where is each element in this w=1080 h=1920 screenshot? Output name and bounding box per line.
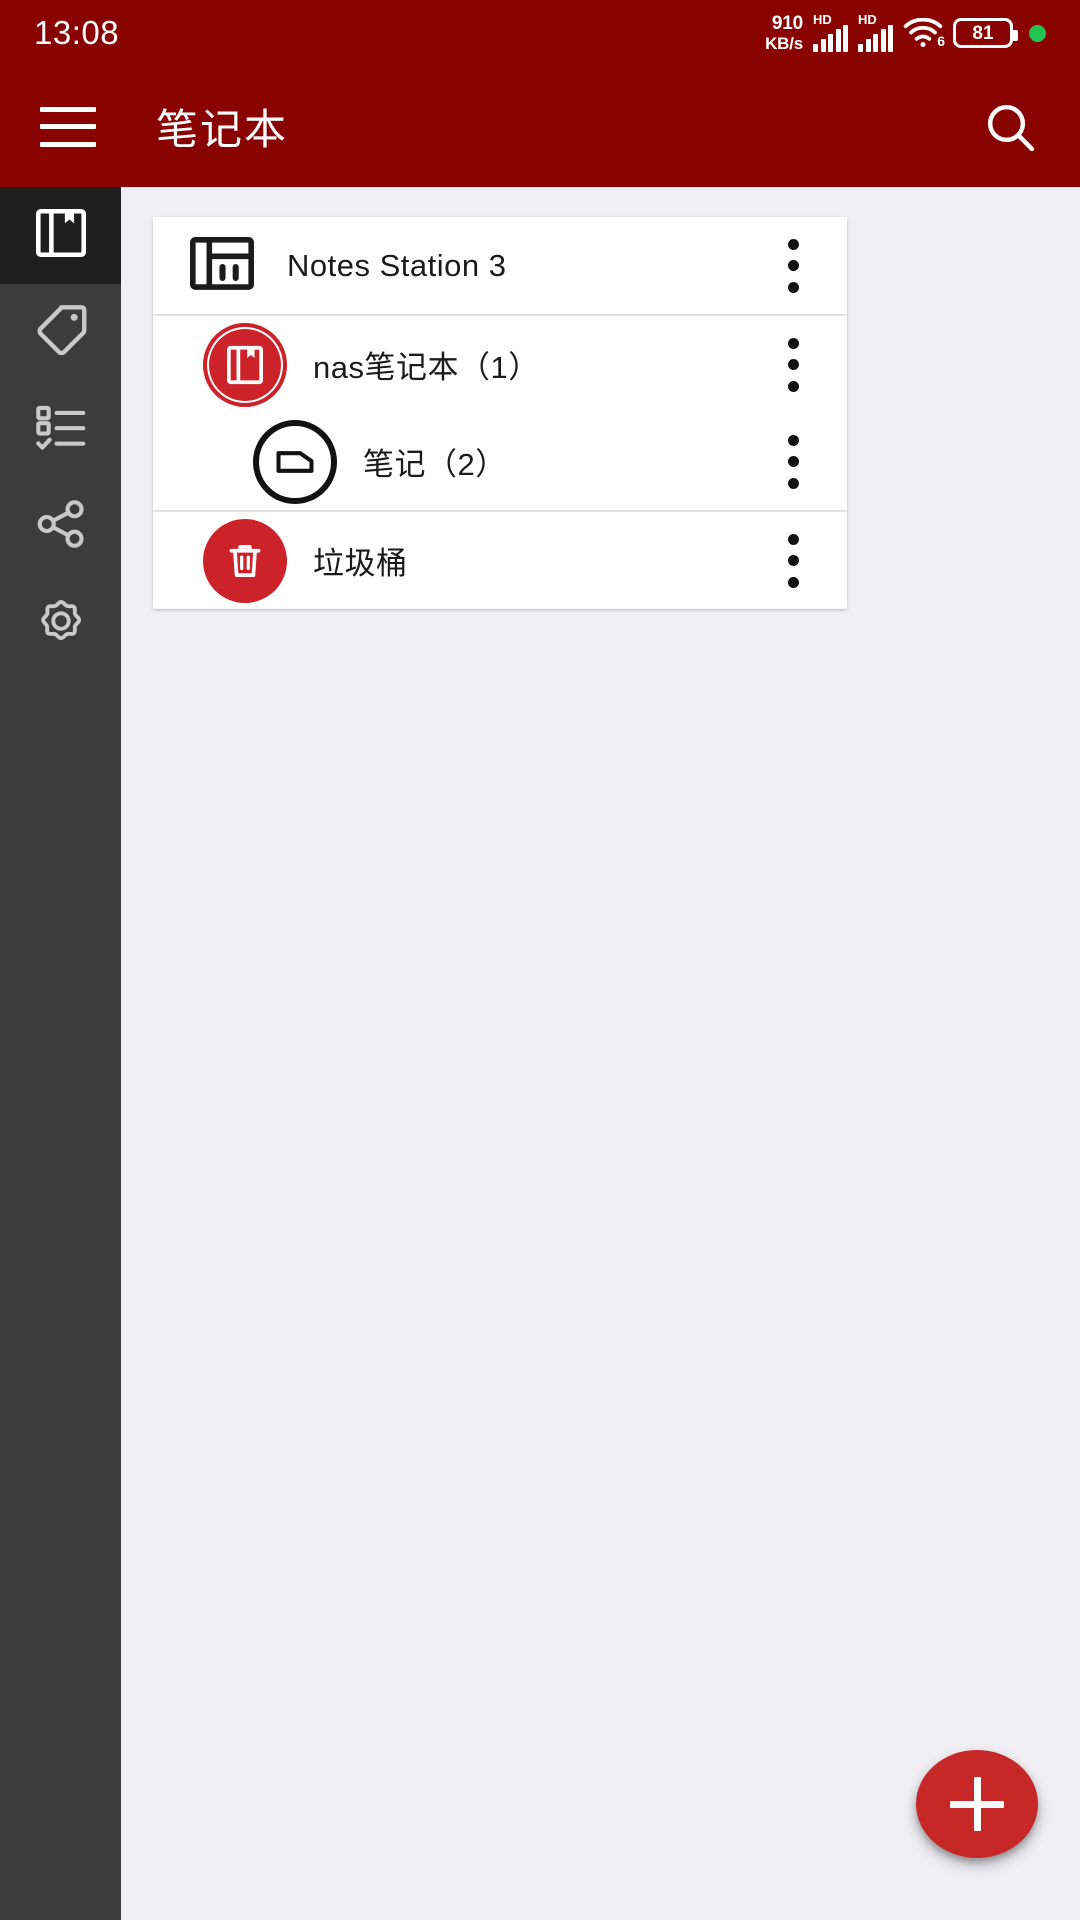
sidebar-item-todo[interactable]	[0, 381, 121, 478]
sidebar-item-tag[interactable]	[0, 284, 121, 381]
list-item-label: nas笔记本（1）	[313, 350, 540, 385]
signal-bars-icon-2	[858, 25, 893, 52]
network-speed-indicator: 910 KB/s	[765, 14, 803, 52]
cellular-signal-2: HD	[858, 12, 893, 52]
notes-station-app-icon	[189, 235, 255, 297]
hd-label-1: HD	[813, 12, 832, 27]
more-vertical-icon[interactable]	[769, 530, 817, 592]
status-bar: 13:08 910 KB/s HD HD 6 81	[0, 0, 1080, 66]
app-bar: 笔记本	[0, 66, 1080, 187]
more-vertical-icon[interactable]	[769, 334, 817, 396]
sidebar-rail	[0, 187, 121, 1920]
notebook-icon	[32, 204, 90, 267]
network-speed-value: 910	[771, 13, 803, 34]
gear-icon	[32, 592, 90, 655]
list-item-note-section[interactable]: 笔记（2）	[153, 413, 847, 510]
trash-icon	[203, 518, 287, 603]
tag-icon	[30, 299, 92, 366]
search-icon[interactable]	[980, 97, 1040, 157]
hd-label-2: HD	[858, 12, 877, 27]
wifi-generation-label: 6	[937, 33, 945, 49]
notebook-icon	[203, 322, 287, 407]
status-bar-clock: 13:08	[34, 14, 120, 51]
privacy-indicator-dot	[1029, 24, 1046, 42]
battery-percent-label: 81	[972, 22, 994, 44]
cellular-signal-1: HD	[813, 12, 848, 52]
more-vertical-icon[interactable]	[769, 431, 817, 493]
list-item-trash[interactable]: 垃圾桶	[153, 512, 847, 609]
share-icon	[32, 495, 90, 558]
status-bar-icons: 910 KB/s HD HD 6 81	[765, 12, 1046, 52]
page-title: 笔记本	[156, 106, 289, 153]
network-speed-unit: KB/s	[765, 34, 803, 53]
screen-root: 13:08 910 KB/s HD HD 6 81 笔记本 Notes Stat…	[0, 0, 1080, 1920]
sidebar-item-settings[interactable]	[0, 575, 121, 672]
note-tag-icon	[253, 419, 337, 504]
more-vertical-icon[interactable]	[769, 235, 817, 297]
signal-bars-icon-1	[813, 25, 848, 52]
list-item-notes-station[interactable]: Notes Station 3	[153, 217, 847, 314]
list-item-label: 垃圾桶	[313, 546, 408, 581]
notebook-list-card: Notes Station 3 nas笔记本（1） 笔记（2） 垃圾桶	[153, 217, 847, 609]
wifi-icon: 6	[903, 18, 945, 49]
main-content: Notes Station 3 nas笔记本（1） 笔记（2） 垃圾桶	[121, 187, 1080, 1920]
sidebar-item-notebook[interactable]	[0, 187, 121, 284]
add-notebook-fab[interactable]	[916, 1750, 1038, 1858]
hamburger-menu-icon[interactable]	[40, 106, 96, 147]
list-item-label: Notes Station 3	[287, 247, 507, 283]
checklist-icon	[32, 398, 90, 461]
list-item-nas-notebook[interactable]: nas笔记本（1）	[153, 316, 847, 413]
list-item-label: 笔记（2）	[363, 447, 507, 482]
sidebar-item-share[interactable]	[0, 478, 121, 575]
battery-icon: 81	[953, 18, 1018, 48]
